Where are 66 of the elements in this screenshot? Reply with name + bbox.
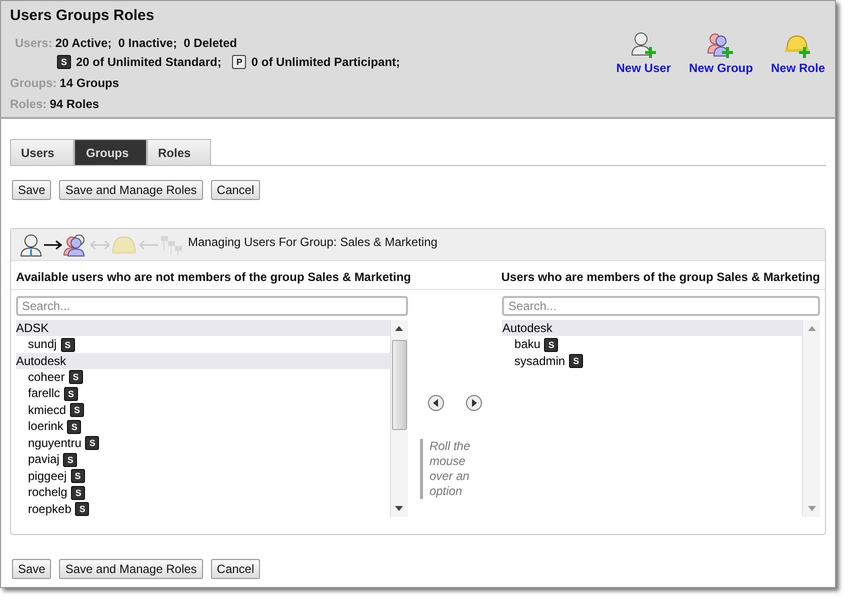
action-link[interactable]: New Group [688,61,753,75]
stat-value: 14 Groups [60,76,120,90]
form-button[interactable]: Save [12,180,52,200]
group-row[interactable]: Autodesk [16,352,390,368]
license-badge: S [57,55,71,69]
stat-value: 20 Active; 0 Inactive; 0 Deleted [55,36,237,50]
stat-label: Roles: [10,97,47,111]
member-list[interactable]: Autodesk baku S sysadmin S [502,320,802,517]
form-button[interactable]: Save [12,559,52,579]
tab[interactable]: Roles [147,139,211,165]
action-link[interactable]: New Role [770,61,825,75]
user-name[interactable]: farellc [28,386,60,400]
license-badge: S [60,338,75,352]
search-field[interactable]: Search... [502,296,820,316]
tab[interactable]: Users [10,139,74,165]
move-left-icon[interactable] [426,394,445,412]
move-right-icon[interactable] [464,394,483,412]
user-name[interactable]: baku [514,337,540,351]
tab[interactable]: Groups [74,139,147,165]
user-name[interactable]: coheer [28,370,65,384]
license-badge: S [71,486,86,500]
user-name[interactable]: kmiecd [28,402,66,416]
scroll-thumb[interactable] [392,340,407,430]
list-heading: Available users who are not members of the group Sales & Marketing [16,270,411,284]
hint-text: Roll the mouse over an option [420,439,490,499]
list-heading: Users who are members of the group Sales & Marketing [501,270,820,284]
form-button[interactable]: Save and Manage Roles [59,180,203,200]
license-badge: S [63,452,78,467]
group-row[interactable]: ADSK [16,320,390,336]
license-badge: S [569,354,584,368]
scrollbar[interactable] [390,320,408,517]
scroll-up-icon[interactable] [395,325,404,331]
user-name[interactable]: loerink [28,419,64,433]
stat-label: Groups: [10,76,57,90]
license-badge: S [85,436,100,450]
license-count: 20 of Unlimited Standard; [76,55,222,69]
scroll-down-icon[interactable] [395,506,404,512]
add-group-icon[interactable] [706,31,735,59]
form-button[interactable]: Cancel [210,559,260,579]
page-title: Users Groups Roles [10,7,156,24]
license-badge: S [64,386,78,401]
license-badge: S [75,502,90,516]
form-button[interactable]: Cancel [210,180,260,200]
user-name[interactable]: roepkeb [28,502,72,516]
add-user-icon[interactable] [630,31,658,59]
user-name[interactable]: paviaj [28,452,60,466]
form-button[interactable]: Save and Manage Roles [59,559,203,579]
license-badge: P [232,55,246,69]
stat-value: 94 Roles [50,97,100,111]
user-name[interactable]: sundj [28,337,57,351]
license-badge: S [544,338,558,352]
user-name[interactable]: rochelg [28,485,68,499]
license-badge: S [70,403,84,418]
action-link[interactable]: New User [616,61,671,75]
group-row[interactable]: Autodesk [502,320,802,336]
search-field[interactable]: Search... [16,296,408,316]
license-badge: S [67,420,82,434]
user-list[interactable]: ADSK sundj S Autodesk coheer S farellc S kmiecd S loerink S nguyentru S paviaj S piggeej S rochelg S roepkeb S [16,320,390,517]
stat-label: Users: [15,36,52,50]
license-count: 0 of Unlimited Participant; [251,55,400,69]
license-badge: S [68,370,83,384]
user-name[interactable]: piggeej [28,468,67,482]
user-name[interactable]: sysadmin [514,354,566,368]
panel-title: Managing Users For Group: Sales & Marketing [188,234,438,248]
license-badge: S [70,469,85,484]
user-name[interactable]: nguyentru [28,436,82,450]
